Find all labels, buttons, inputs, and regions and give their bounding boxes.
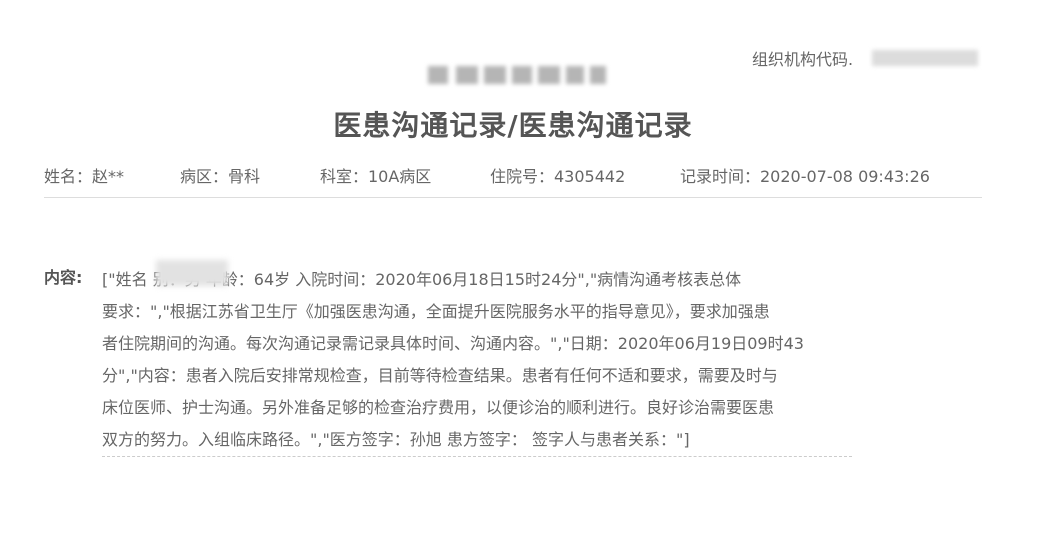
content-text: ["姓名 别：男 年龄：64岁 入院时间：2020年06月18日15时24分",… — [102, 264, 854, 456]
content-line: 分","内容：患者入院后安排常规检查，目前等待检查结果。患者有任何不适和要求，需… — [102, 366, 778, 385]
patient-department: 科室：10A病区 — [320, 167, 432, 186]
content-line: 床位医师、护士沟通。另外准备足够的检查治疗费用，以便诊治的顺利进行。良好诊治需要… — [102, 398, 775, 417]
hospital-name-redacted — [428, 66, 606, 84]
header-divider — [44, 197, 982, 198]
content-line: 者住院期间的沟通。每次沟通记录需记录具体时间、沟通内容。","日期：2020年0… — [102, 334, 804, 353]
patient-name: 姓名：赵** — [44, 167, 125, 186]
org-code-label: 组织机构代码. — [752, 50, 854, 69]
patient-name-redacted — [156, 260, 228, 286]
content-underline — [102, 456, 852, 457]
content-label: 内容: — [44, 268, 83, 287]
org-code-redacted — [872, 50, 978, 66]
admission-number: 住院号：4305442 — [490, 167, 626, 186]
content-line: 双方的努力。入组临床路径。","医方签字：孙旭 患方签字： 签字人与患者关系："… — [102, 430, 690, 449]
page-title: 医患沟通记录/医患沟通记录 — [333, 109, 693, 142]
content-line: 要求：","根据江苏省卫生厅《加强医患沟通，全面提升医院服务水平的指导意见》，要… — [102, 302, 770, 321]
record-time: 记录时间：2020-07-08 09:43:26 — [680, 167, 930, 186]
patient-ward: 病区：骨科 — [180, 167, 261, 186]
